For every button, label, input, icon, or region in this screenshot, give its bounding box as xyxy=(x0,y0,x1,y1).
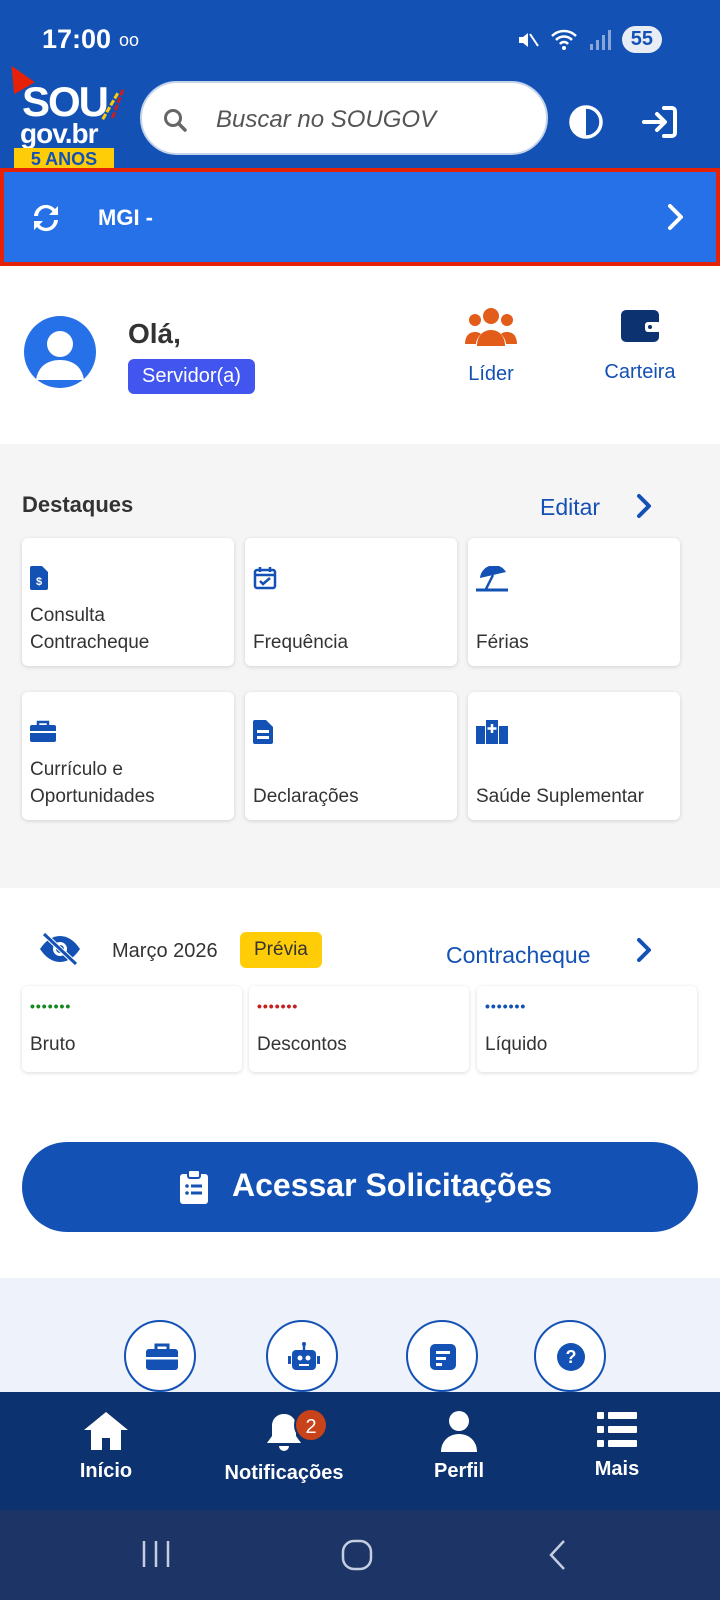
tool-button-assistant[interactable] xyxy=(266,1320,338,1392)
tool-button-briefcase[interactable] xyxy=(124,1320,196,1392)
mute-icon xyxy=(518,32,539,47)
organization-label: MGI - xyxy=(98,205,153,230)
recent-apps-icon[interactable] xyxy=(140,1538,172,1570)
masked-value: ••••••• xyxy=(257,998,299,1014)
payslip-month: Março 2026 xyxy=(112,940,218,962)
card-declaracoes[interactable]: Declarações xyxy=(245,692,457,820)
card-saude-suplementar[interactable]: Saúde Suplementar xyxy=(468,692,680,820)
masked-value: ••••••• xyxy=(485,998,527,1014)
section-title: Destaques xyxy=(22,492,134,517)
app-header: 17:00 oo 55 SOU gov.br 5 ANOS xyxy=(0,0,720,170)
organization-selector[interactable]: MGI - xyxy=(0,168,720,266)
payslip-section: Março 2026 Prévia Contracheque ••••••• B… xyxy=(0,888,720,1278)
card-frequencia[interactable]: Frequência xyxy=(245,538,457,666)
card-ferias[interactable]: Férias xyxy=(468,538,680,666)
svg-text:?: ? xyxy=(566,1347,577,1367)
beach-umbrella-icon xyxy=(476,566,508,592)
user-avatar-icon xyxy=(36,331,84,380)
role-badge: Servidor(a) xyxy=(128,359,255,394)
tool-button-help[interactable]: ? xyxy=(534,1320,606,1392)
card-label: Currículo e Oportunidades xyxy=(30,759,155,807)
list-icon xyxy=(597,1412,637,1447)
home-button-icon[interactable] xyxy=(340,1538,374,1572)
tool-button-form[interactable] xyxy=(406,1320,478,1392)
card-label: Saúde Suplementar xyxy=(476,786,644,807)
wallet-icon xyxy=(621,310,661,342)
card-consulta-contracheque[interactable]: $ Consulta Contracheque xyxy=(22,538,234,666)
search-input[interactable] xyxy=(216,103,536,137)
highlights-section: Destaques Editar $ Consulta Contracheque… xyxy=(0,444,720,888)
sync-icon xyxy=(34,204,58,232)
quick-action-label: Líder xyxy=(468,363,514,385)
quick-action-carteira[interactable]: Carteira xyxy=(585,306,695,384)
chevron-right-icon xyxy=(668,204,683,230)
wifi-icon xyxy=(550,29,577,50)
clipboard-icon xyxy=(180,1170,208,1204)
nav-label: Notificações xyxy=(224,1462,344,1484)
nav-label: Início xyxy=(79,1460,133,1482)
calendar-check-icon xyxy=(253,567,277,590)
quick-action-label: Carteira xyxy=(604,361,676,383)
value-label: Bruto xyxy=(30,1034,76,1055)
value-card-bruto: ••••••• Bruto xyxy=(22,986,242,1072)
access-requests-button[interactable]: Acessar Solicitações xyxy=(22,1142,698,1232)
notification-count-badge: 2 xyxy=(294,1408,328,1442)
svg-text:$: $ xyxy=(36,576,42,588)
card-label: Frequência xyxy=(253,632,349,653)
login-icon[interactable] xyxy=(640,102,680,142)
chevron-right-icon[interactable] xyxy=(635,492,655,520)
nav-item-mais[interactable]: Mais xyxy=(547,1410,687,1481)
payslip-icon: $ xyxy=(30,566,48,590)
value-card-descontos: ••••••• Descontos xyxy=(249,986,469,1072)
people-group-icon xyxy=(465,308,517,346)
contrast-toggle-icon[interactable] xyxy=(566,102,606,142)
voicemail-icon: oo xyxy=(119,30,140,50)
bottom-navigation: Início 2 Notificações Perfil Mais xyxy=(0,1392,720,1510)
document-icon xyxy=(253,720,273,744)
nav-label: Perfil xyxy=(433,1460,485,1482)
search-icon xyxy=(164,109,187,132)
card-label: Férias xyxy=(476,632,529,653)
status-icons: 55 xyxy=(516,26,662,53)
system-navigation-bar xyxy=(0,1510,720,1600)
profile-section: Olá, Servidor(a) Líder Carteira xyxy=(0,266,720,444)
value-card-liquido: ••••••• Líquido xyxy=(477,986,697,1072)
user-icon xyxy=(441,1411,477,1452)
card-label: Consulta Contracheque xyxy=(30,605,150,653)
status-time: 17:00 xyxy=(42,24,112,54)
search-bar[interactable] xyxy=(140,81,548,155)
home-icon xyxy=(84,1412,128,1450)
card-label: Declarações xyxy=(253,786,359,807)
value-label: Líquido xyxy=(485,1034,548,1055)
robot-icon xyxy=(288,1342,320,1370)
eye-hidden-icon[interactable] xyxy=(38,932,82,966)
form-icon xyxy=(430,1344,456,1370)
value-label: Descontos xyxy=(257,1034,347,1055)
chevron-right-icon[interactable] xyxy=(635,936,655,964)
sougov-logo: SOU gov.br 5 ANOS xyxy=(0,59,140,172)
briefcase-icon xyxy=(146,1343,178,1370)
greeting: Olá, xyxy=(128,318,181,349)
edit-highlights-link[interactable]: Editar xyxy=(540,494,600,521)
access-requests-label: Acessar Solicitações xyxy=(232,1167,553,1203)
logo-anniversary-badge: 5 ANOS xyxy=(14,148,114,170)
quick-action-lider[interactable]: Líder xyxy=(436,306,546,386)
hospital-icon xyxy=(476,720,508,744)
logo-line2: gov.br xyxy=(20,118,98,149)
battery-indicator: 55 xyxy=(621,26,662,53)
nav-label: Mais xyxy=(594,1458,640,1480)
preview-badge: Prévia xyxy=(240,932,322,968)
masked-value: ••••••• xyxy=(30,998,72,1014)
nav-item-notificacoes[interactable]: 2 Notificações xyxy=(214,1408,354,1485)
contracheque-link[interactable]: Contracheque xyxy=(446,942,591,969)
nav-item-perfil[interactable]: Perfil xyxy=(389,1410,529,1483)
signal-icon xyxy=(589,29,611,50)
help-icon: ? xyxy=(557,1343,585,1371)
briefcase-icon xyxy=(30,720,56,742)
avatar[interactable] xyxy=(24,316,96,388)
tools-row: ? xyxy=(0,1278,720,1392)
back-icon[interactable] xyxy=(546,1538,570,1572)
nav-item-inicio[interactable]: Início xyxy=(36,1410,176,1483)
card-curriculo[interactable]: Currículo e Oportunidades xyxy=(22,692,234,820)
